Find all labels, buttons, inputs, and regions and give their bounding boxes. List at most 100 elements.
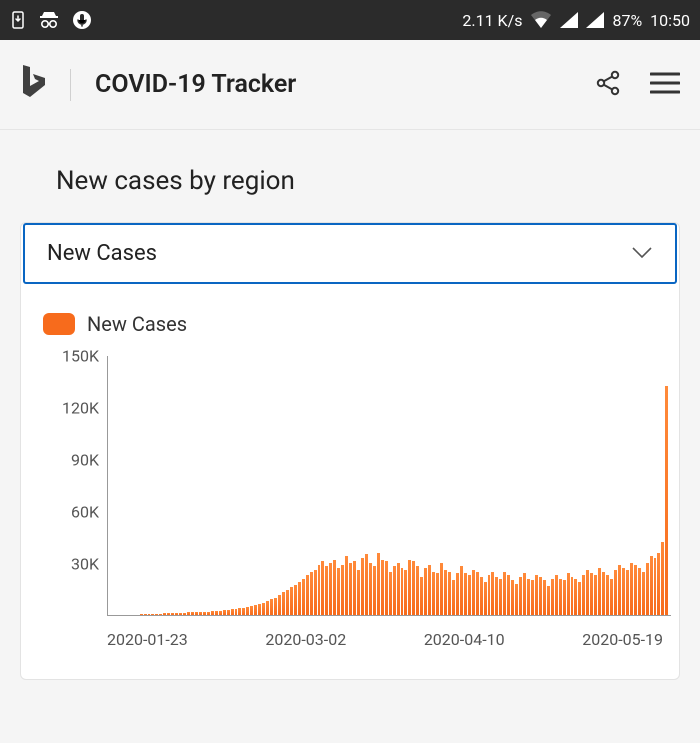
x-tick-label: 2020-01-23 — [107, 630, 188, 649]
x-tick-label: 2020-04-10 — [424, 630, 505, 649]
chart-bar — [397, 563, 400, 615]
chart-bar — [480, 577, 483, 615]
chart-card: New Cases New Cases 150K120K90K60K30K 20… — [20, 222, 680, 680]
chart-bar — [401, 568, 404, 615]
wifi-icon — [530, 11, 552, 29]
chart-bar — [262, 603, 265, 615]
chart-bar — [503, 572, 506, 615]
chart-legend: New Cases — [43, 312, 679, 336]
chart-bar — [567, 573, 570, 615]
chart-bar — [373, 566, 376, 615]
chart-bar — [294, 585, 297, 615]
chart-bar — [578, 582, 581, 615]
share-icon[interactable] — [594, 69, 622, 101]
chart-bar — [393, 566, 396, 615]
chart-bar — [468, 575, 471, 615]
chart-bar — [586, 570, 589, 615]
chart-bar — [242, 608, 245, 615]
chart-bar — [511, 580, 514, 615]
chart-bar — [634, 565, 637, 615]
chart-bar — [199, 612, 202, 615]
chart-bar — [432, 572, 435, 615]
chevron-down-icon — [631, 241, 653, 266]
chart-bar — [440, 563, 443, 615]
dropdown-value: New Cases — [47, 241, 157, 266]
chart-bar — [598, 568, 601, 615]
chart-bar — [318, 565, 321, 615]
chart-bar — [606, 575, 609, 615]
chart-bar — [151, 614, 154, 615]
chart-bar — [484, 582, 487, 615]
chart-bar — [329, 563, 332, 615]
y-tick-label: 120K — [62, 399, 99, 418]
microphone-icon — [72, 10, 92, 30]
chart-bar — [314, 570, 317, 615]
chart-bar — [195, 612, 198, 615]
chart-bar — [582, 575, 585, 615]
clock-text: 10:50 — [650, 11, 690, 30]
chart-bar — [250, 606, 253, 615]
chart-bar — [456, 573, 459, 615]
chart-bar — [523, 573, 526, 615]
chart-bar — [333, 560, 336, 615]
bing-logo-icon[interactable] — [20, 63, 46, 107]
chart-bar — [310, 572, 313, 615]
x-tick-label: 2020-05-19 — [582, 630, 663, 649]
chart-bar — [140, 614, 143, 615]
signal-icon — [560, 12, 578, 28]
x-tick-label: 2020-03-02 — [265, 630, 346, 649]
chart-bar — [618, 565, 621, 615]
chart-bar — [563, 580, 566, 615]
chart-bar — [369, 563, 372, 615]
chart-bar — [507, 575, 510, 615]
legend-label: New Cases — [87, 312, 187, 336]
chart-bar — [191, 612, 194, 615]
chart-bar — [238, 608, 241, 615]
chart-bar — [349, 563, 352, 615]
chart-bar — [377, 553, 380, 615]
chart-bar — [290, 587, 293, 615]
chart-bar — [207, 612, 210, 615]
chart-bar — [404, 570, 407, 615]
chart-bar — [175, 613, 178, 615]
chart-bar — [298, 582, 301, 615]
chart-bar — [345, 556, 348, 615]
chart-bar — [559, 579, 562, 615]
chart-bar — [646, 563, 649, 615]
chart-bar — [385, 561, 388, 615]
chart-bar — [179, 613, 182, 615]
chart-bar — [499, 579, 502, 615]
menu-icon[interactable] — [650, 71, 680, 99]
metric-dropdown[interactable]: New Cases — [23, 223, 677, 284]
chart-bar — [539, 577, 542, 615]
chart-bar — [551, 579, 554, 615]
chart-bar — [258, 604, 261, 615]
chart-bar — [622, 568, 625, 615]
chart-bar — [286, 590, 289, 615]
chart-bar — [187, 612, 190, 615]
chart-bar — [219, 611, 222, 616]
incognito-icon — [38, 10, 60, 30]
chart-bar — [270, 599, 273, 615]
chart-bar — [495, 577, 498, 615]
chart-plot — [107, 356, 671, 616]
chart-bar — [531, 580, 534, 615]
chart-bar — [488, 575, 491, 615]
chart-bar — [571, 577, 574, 615]
chart-bar — [555, 575, 558, 615]
status-bar: 2.11 K/s 87% 10:50 — [0, 0, 700, 40]
chart-bar — [424, 568, 427, 615]
chart-bar — [452, 580, 455, 615]
chart-bar — [610, 579, 613, 615]
chart-bar — [155, 614, 158, 615]
chart-bar — [547, 586, 550, 615]
chart-bar — [638, 568, 641, 615]
chart-bar — [183, 613, 186, 615]
chart-bar — [246, 607, 249, 615]
chart-bar — [361, 558, 364, 615]
battery-text: 87% — [612, 11, 642, 30]
chart-bar — [159, 614, 162, 615]
chart-bar — [657, 553, 660, 615]
chart-bar — [235, 609, 238, 615]
chart-bar — [650, 556, 653, 615]
